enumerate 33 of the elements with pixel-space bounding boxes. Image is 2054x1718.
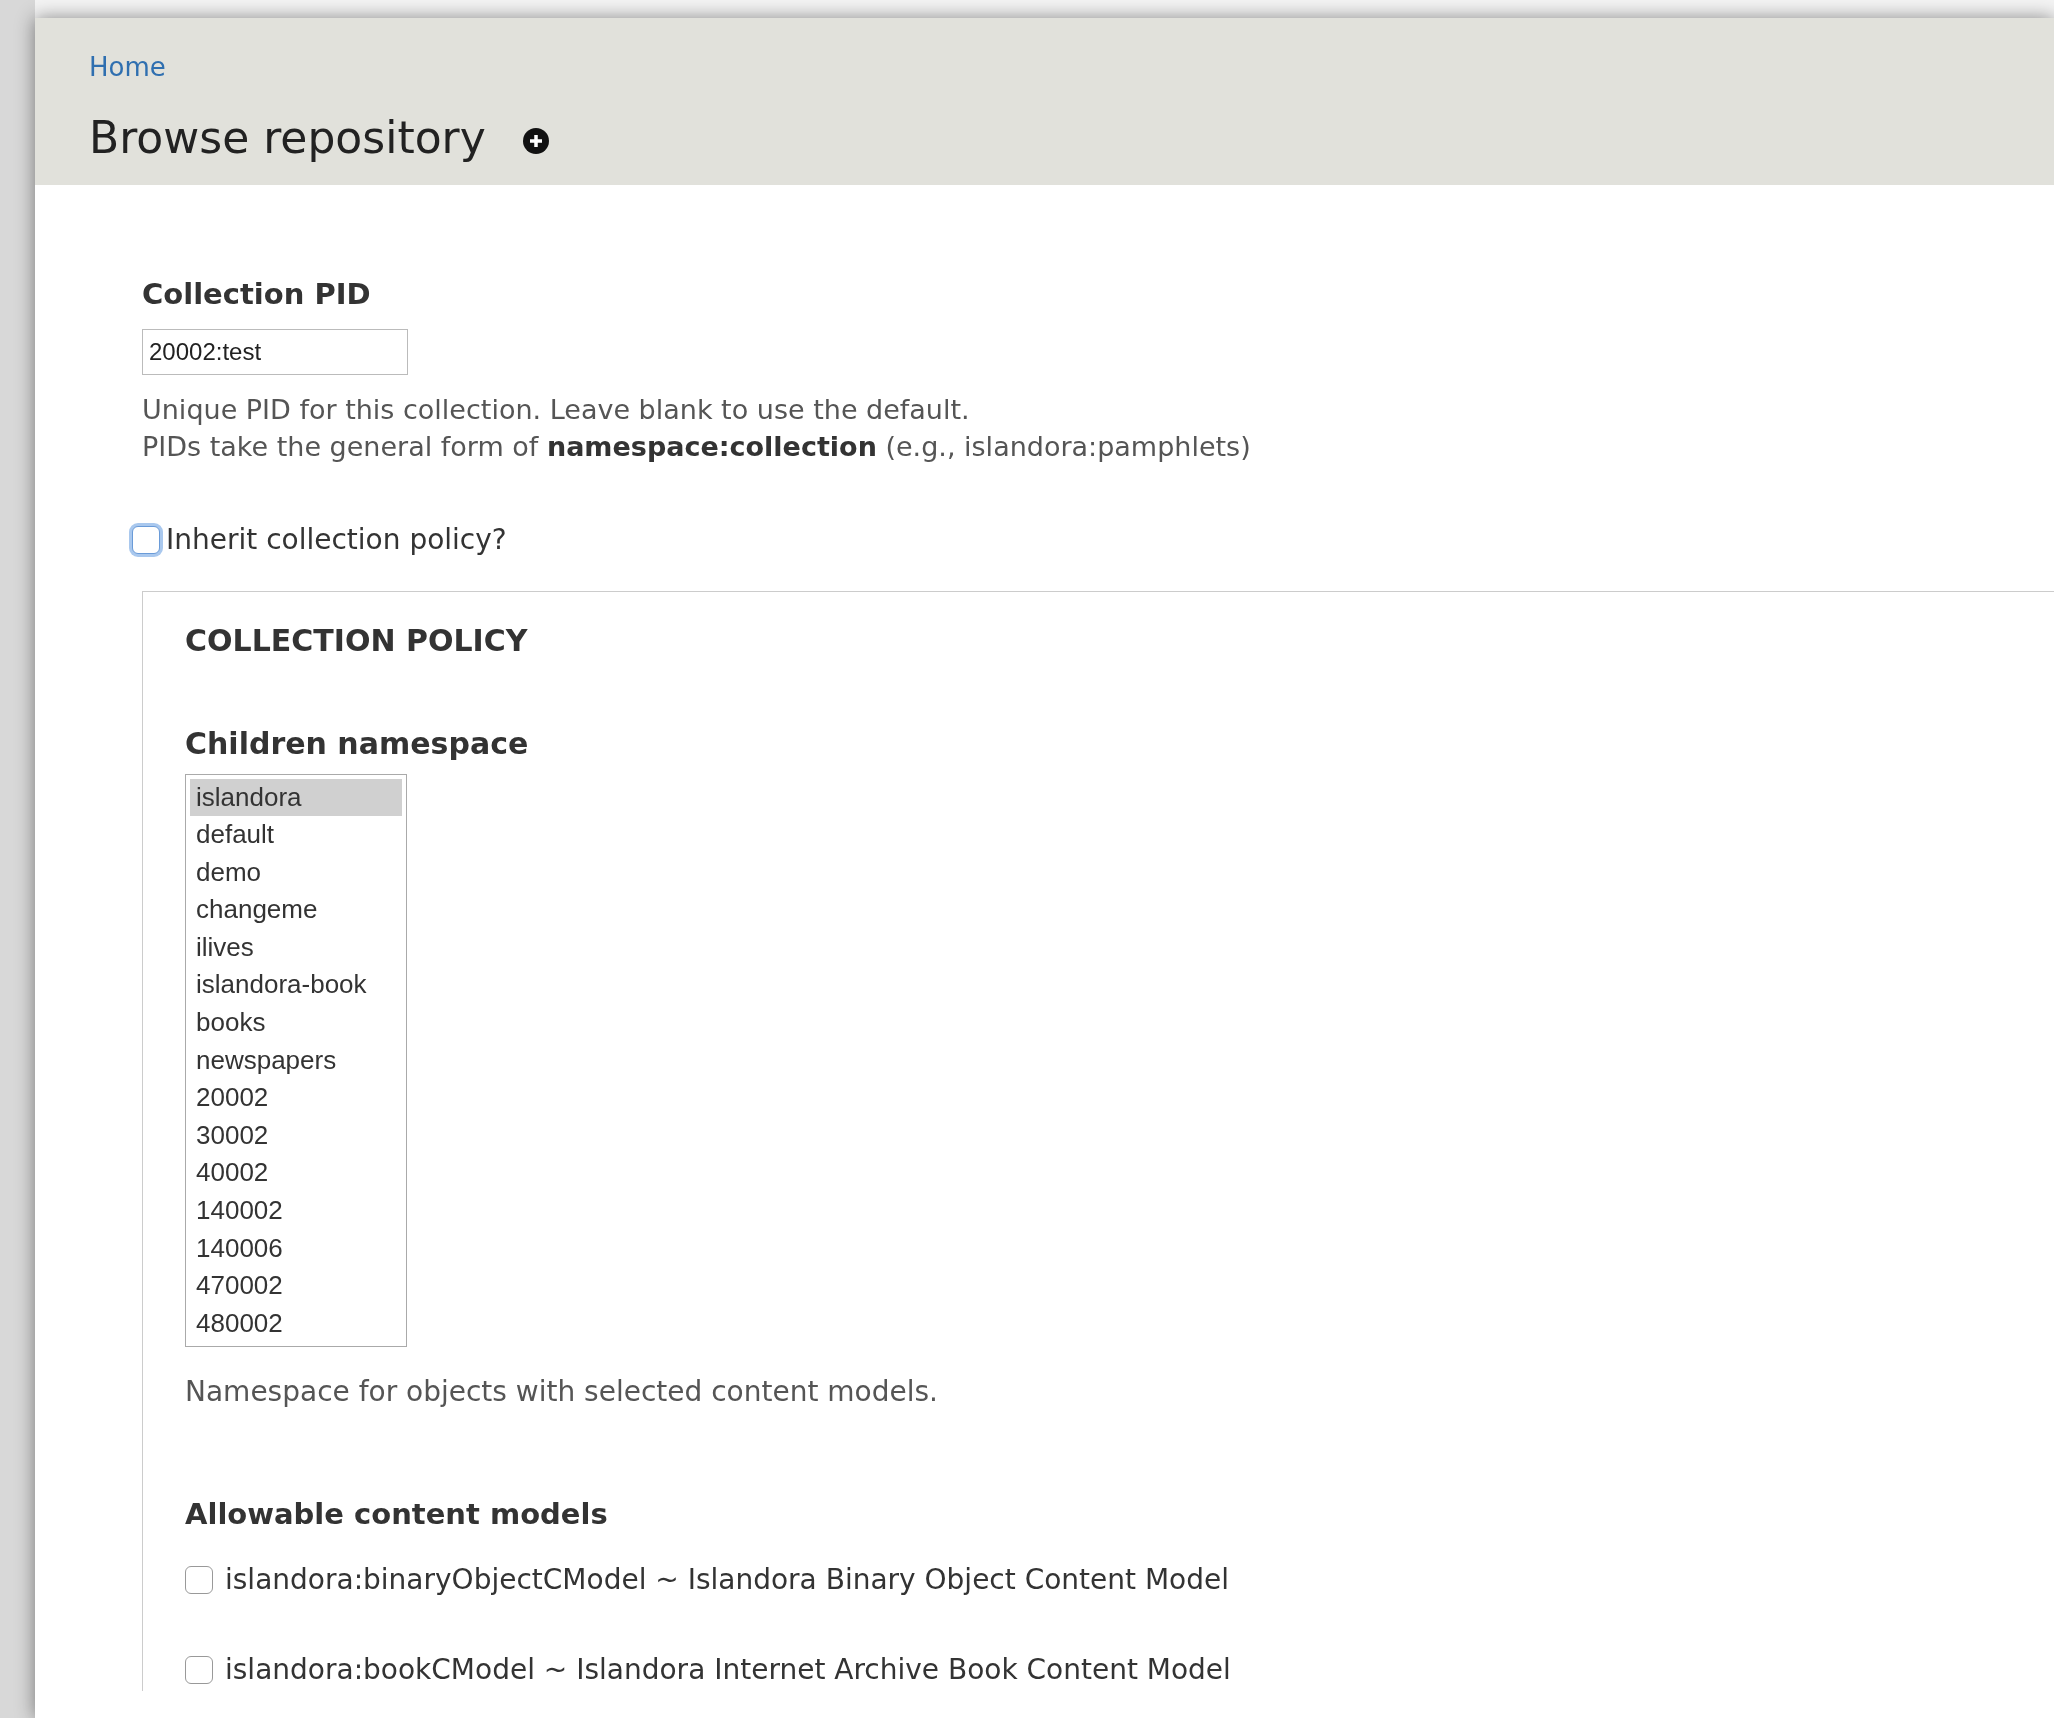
add-icon[interactable] <box>521 127 550 155</box>
list-option[interactable]: 20002 <box>190 1079 402 1117</box>
page-title: Browse repository <box>89 111 486 165</box>
list-option[interactable]: default <box>190 816 402 854</box>
list-option[interactable]: 480002 <box>190 1304 402 1343</box>
checkbox-label: islandora:binaryObjectCModel ~ Islandora Binary Object Content Model <box>225 1561 1229 1598</box>
checkbox[interactable] <box>185 1655 213 1684</box>
list-option[interactable]: 470002 <box>190 1267 402 1305</box>
breadcrumb-link[interactable]: Home <box>89 48 166 87</box>
list-option[interactable]: ilives <box>190 928 402 967</box>
field-label: Children namespace <box>185 724 530 763</box>
fieldset-legend: COLLECTION POLICY <box>185 617 2054 663</box>
list-option[interactable]: 140002 <box>190 1192 402 1230</box>
list-option[interactable]: 40002 <box>190 1154 402 1193</box>
list-option[interactable]: islandora <box>190 778 402 817</box>
list-option[interactable]: 140006 <box>190 1229 402 1268</box>
field-label: Collection PID <box>142 276 372 313</box>
list-option[interactable]: changeme <box>190 891 402 929</box>
help-text: Unique PID for this collection. Leave blank to use the default. <box>142 392 971 427</box>
field-label: Allowable content models <box>185 1496 609 1534</box>
list-option[interactable]: books <box>190 1004 402 1042</box>
help-text: Namespace for objects with selected content models. <box>185 1374 939 1411</box>
list-option[interactable]: 30002 <box>190 1116 402 1155</box>
checkbox-label: islandora:bookCModel ~ Islandora Internet Archive Book Content Model <box>225 1651 1231 1688</box>
checkbox[interactable] <box>132 525 160 554</box>
list-option[interactable]: demo <box>190 853 402 892</box>
list-option[interactable]: newspapers <box>190 1041 402 1080</box>
namespace-listbox[interactable]: islandora default demo changeme ilives islandora-book books newspapers 20002 30002 40002 140002 140006 470002 480002 <box>185 773 407 1348</box>
help-text: PIDs take the general form of namespace:collection (e.g., islandora:pamphlets) <box>142 429 1252 464</box>
list-option[interactable]: islandora-book <box>190 966 402 1005</box>
checkbox-label: Inherit collection policy? <box>166 521 507 558</box>
input-field[interactable]: 20002:test <box>142 328 408 375</box>
checkbox[interactable] <box>185 1565 213 1594</box>
